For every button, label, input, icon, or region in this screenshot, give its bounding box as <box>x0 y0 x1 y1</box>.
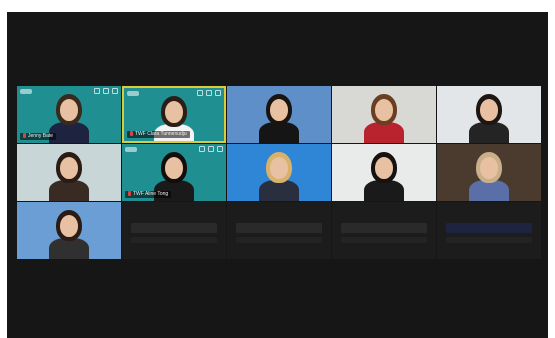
more-options-icon[interactable] <box>112 88 118 94</box>
empty-tile-placeholder <box>437 202 541 259</box>
tile-controls <box>199 146 223 152</box>
participant-video <box>259 92 299 143</box>
participant-torso <box>49 238 89 259</box>
participant-face <box>60 157 78 179</box>
signal-icon[interactable] <box>208 146 214 152</box>
video-tile[interactable] <box>17 144 121 201</box>
participant-video <box>259 150 299 201</box>
participant-face <box>480 99 498 121</box>
participant-face <box>165 101 183 123</box>
placeholder-bar <box>236 237 322 243</box>
muted-mic-icon <box>128 191 131 196</box>
more-options-icon[interactable] <box>217 146 223 152</box>
signal-icon[interactable] <box>103 88 109 94</box>
video-tile[interactable] <box>17 202 121 259</box>
video-tile[interactable]: Jenny Bate <box>17 86 121 143</box>
participant-torso <box>469 122 509 143</box>
video-tile[interactable] <box>437 144 541 201</box>
muted-mic-icon <box>130 131 133 136</box>
meeting-window: Jenny Bate TWF Clara Tunnenudju TWF Alin… <box>7 12 548 338</box>
participant-name: TWF Aline Tong <box>133 191 169 197</box>
reaction-icon[interactable] <box>199 146 205 152</box>
video-tile[interactable] <box>227 86 331 143</box>
participant-video <box>49 150 89 201</box>
participant-torso <box>259 122 299 143</box>
participant-face <box>270 99 288 121</box>
placeholder-bar <box>446 223 532 233</box>
participant-torso <box>49 180 89 201</box>
participant-video <box>469 150 509 201</box>
participant-face <box>165 157 183 179</box>
placeholder-bar <box>341 237 427 243</box>
empty-tile-placeholder <box>122 202 226 259</box>
empty-tile-placeholder <box>332 202 436 259</box>
video-tile[interactable] <box>332 144 436 201</box>
gallery-grid: Jenny Bate TWF Clara Tunnenudju TWF Alin… <box>17 86 541 259</box>
participant-video <box>49 208 89 259</box>
participant-torso <box>364 122 404 143</box>
participant-torso <box>259 180 299 201</box>
empty-tile-placeholder <box>227 202 331 259</box>
participant-name-label: TWF Aline Tong <box>125 191 172 198</box>
muted-mic-icon <box>23 133 26 138</box>
participant-name: TWF Clara Tunnenudju <box>135 131 187 137</box>
video-tile[interactable] <box>332 86 436 143</box>
participant-name-label: Jenny Bate <box>20 133 57 140</box>
org-logo-icon <box>125 147 137 152</box>
video-tile[interactable] <box>437 86 541 143</box>
org-logo-icon <box>127 91 139 96</box>
participant-video <box>469 92 509 143</box>
placeholder-bar <box>131 223 217 233</box>
placeholder-bar <box>341 223 427 233</box>
participant-face <box>60 215 78 237</box>
participant-name-label: TWF Clara Tunnenudju <box>127 131 190 138</box>
video-tile[interactable] <box>227 144 331 201</box>
org-logo-icon <box>20 89 32 94</box>
participant-face <box>270 157 288 179</box>
participant-video <box>364 150 404 201</box>
more-options-icon[interactable] <box>215 90 221 96</box>
signal-icon[interactable] <box>206 90 212 96</box>
participant-face <box>375 99 393 121</box>
participant-video <box>364 92 404 143</box>
participant-torso <box>469 180 509 201</box>
placeholder-bar <box>236 223 322 233</box>
video-tile[interactable]: TWF Clara Tunnenudju <box>122 86 226 143</box>
participant-face <box>480 157 498 179</box>
participant-name: Jenny Bate <box>28 133 54 139</box>
participant-torso <box>364 180 404 201</box>
placeholder-bar <box>446 237 532 243</box>
participant-face <box>60 99 78 121</box>
tile-controls <box>197 90 221 96</box>
tile-controls <box>94 88 118 94</box>
reaction-icon[interactable] <box>94 88 100 94</box>
reaction-icon[interactable] <box>197 90 203 96</box>
participant-face <box>375 157 393 179</box>
placeholder-bar <box>131 237 217 243</box>
video-tile[interactable]: TWF Aline Tong <box>122 144 226 201</box>
